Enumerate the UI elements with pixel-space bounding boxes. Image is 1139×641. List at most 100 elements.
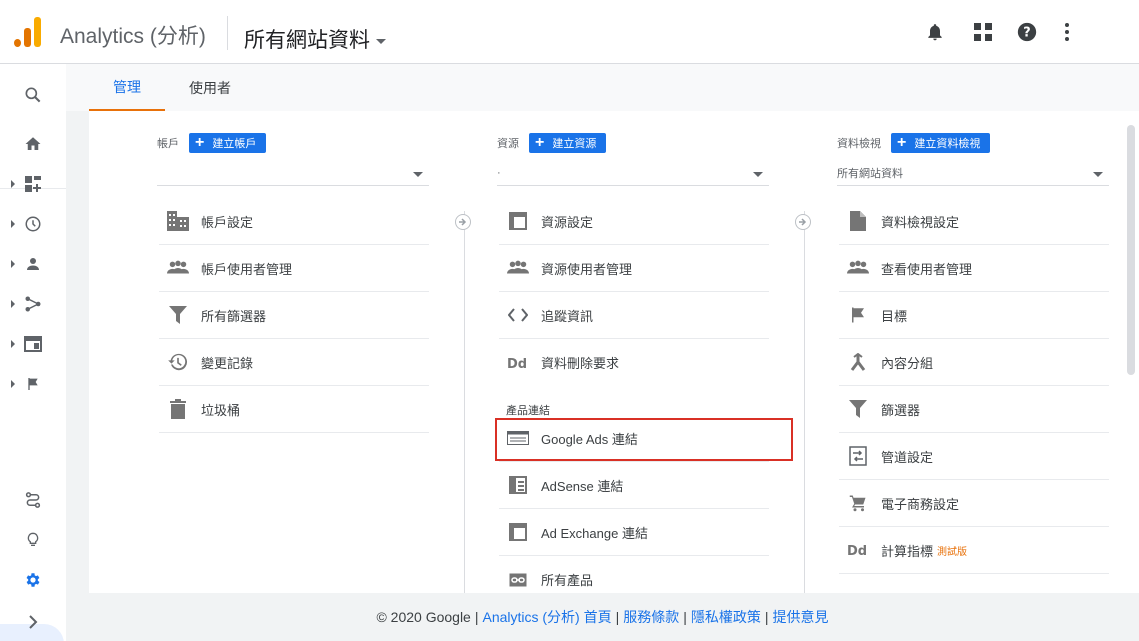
gear-icon[interactable] <box>0 562 66 598</box>
people-icon <box>167 257 189 279</box>
dd-icon: Dd <box>847 539 869 561</box>
channel-settings-row[interactable]: 管道設定 <box>839 433 1109 480</box>
people-icon <box>847 257 869 279</box>
doc-icon <box>847 210 869 232</box>
brand-name: Analytics (分析) <box>60 25 206 48</box>
more-vert-icon[interactable] <box>1055 20 1079 44</box>
customization-icon[interactable] <box>0 166 66 202</box>
tab-admin[interactable]: 管理 <box>89 64 165 111</box>
dropdown-arrow-icon <box>753 172 763 177</box>
dropdown-arrow-icon <box>413 172 423 177</box>
calculated-metrics-row[interactable]: Dd 計算指標 測試版 <box>839 527 1109 574</box>
bell-icon[interactable] <box>923 20 947 44</box>
content-grouping-row[interactable]: 內容分組 <box>839 339 1109 386</box>
svg-text:Dd: Dd <box>847 544 867 557</box>
window-icon <box>507 521 529 543</box>
view-settings-row[interactable]: 資料檢視設定 <box>839 198 1109 245</box>
account-settings-row[interactable]: 帳戶設定 <box>159 198 429 245</box>
caret-down-icon <box>376 38 386 44</box>
people-icon <box>507 257 529 279</box>
account-user-management-row[interactable]: 帳戶使用者管理 <box>159 245 429 292</box>
adsense-icon <box>507 474 529 496</box>
svg-text:Dd: Dd <box>507 357 527 370</box>
column-divider <box>464 211 465 593</box>
footer-separator: | <box>615 609 620 625</box>
search-icon[interactable] <box>0 77 66 113</box>
grouping-icon <box>847 351 869 373</box>
property-title: 資源 <box>497 138 519 150</box>
admin-tabs: 管理 使用者 <box>66 64 1139 111</box>
conversions-flag-icon[interactable] <box>0 366 66 402</box>
arrow-right-icon <box>795 214 811 230</box>
account-header: 帳戶 + 建立帳戶 <box>157 133 267 153</box>
all-filters-row[interactable]: 所有篩選器 <box>159 292 429 339</box>
dd-icon: Dd <box>507 352 529 374</box>
analytics-logo[interactable] <box>14 17 42 47</box>
plus-icon: + <box>195 134 205 151</box>
data-deletion-row[interactable]: Dd 資料刪除要求 <box>499 339 769 386</box>
tracking-info-row[interactable]: 追蹤資訊 <box>499 292 769 339</box>
behavior-icon[interactable] <box>0 326 66 362</box>
footer: © 2020 Google | Analytics (分析) 首頁 | 服務條款… <box>66 593 1139 641</box>
panel-scrollbar[interactable] <box>1127 125 1135 375</box>
window-icon <box>507 210 529 232</box>
footer-separator: | <box>764 609 769 625</box>
code-icon <box>507 304 529 326</box>
terms-link[interactable]: 服務條款 <box>623 607 679 627</box>
property-selector[interactable]: 所有網站資料 <box>244 24 386 54</box>
home-icon[interactable] <box>0 126 66 162</box>
property-name: 所有網站資料 <box>244 29 370 52</box>
history-icon <box>167 351 189 373</box>
change-history-row[interactable]: 變更記錄 <box>159 339 429 386</box>
dropdown-arrow-icon <box>1093 172 1103 177</box>
channel-icon <box>847 445 869 467</box>
footer-separator: | <box>474 609 479 625</box>
lightbulb-icon[interactable] <box>0 522 66 558</box>
footer-separator: | <box>683 609 687 625</box>
trash-row[interactable]: 垃圾桶 <box>159 386 429 433</box>
account-title: 帳戶 <box>157 138 179 150</box>
plus-icon: + <box>897 134 907 151</box>
help-icon[interactable]: ? <box>1015 20 1039 44</box>
beta-badge: 測試版 <box>937 546 968 558</box>
privacy-link[interactable]: 隱私權政策 <box>691 607 761 627</box>
adsense-links-row[interactable]: AdSense 連結 <box>499 462 769 509</box>
ecommerce-settings-row[interactable]: 電子商務設定 <box>839 480 1109 527</box>
create-account-button[interactable]: + 建立帳戶 <box>189 133 267 153</box>
tab-users[interactable]: 使用者 <box>176 64 244 111</box>
goals-row[interactable]: 目標 <box>839 292 1109 339</box>
view-header: 資料檢視 + 建立資料檢視 <box>837 133 991 153</box>
property-user-management-row[interactable]: 資源使用者管理 <box>499 245 769 292</box>
cart-icon <box>847 492 869 514</box>
arrow-right-icon <box>455 214 471 230</box>
view-user-management-row[interactable]: 查看使用者管理 <box>839 245 1109 292</box>
ad-exchange-links-row[interactable]: Ad Exchange 連結 <box>499 509 769 556</box>
filters-row[interactable]: 篩選器 <box>839 386 1109 433</box>
acquisition-icon[interactable] <box>0 286 66 322</box>
analytics-home-link[interactable]: Analytics (分析) 首頁 <box>482 607 611 627</box>
account-selector[interactable] <box>157 161 429 186</box>
plus-icon: + <box>535 134 545 151</box>
left-nav-rail <box>0 64 66 641</box>
property-dropdown[interactable]: · <box>497 161 769 186</box>
create-property-button[interactable]: + 建立資源 <box>529 133 607 153</box>
attribution-icon[interactable] <box>0 482 66 518</box>
feedback-link[interactable]: 提供意見 <box>773 607 829 627</box>
create-view-button[interactable]: + 建立資料檢視 <box>891 133 991 153</box>
view-dropdown[interactable]: 所有網站資料 <box>837 161 1109 186</box>
person-icon[interactable] <box>0 246 66 282</box>
property-header: 資源 + 建立資源 <box>497 133 607 153</box>
filter-icon <box>167 304 189 326</box>
flag-icon <box>847 304 869 326</box>
apps-grid-icon[interactable] <box>971 20 995 44</box>
clock-icon[interactable] <box>0 206 66 242</box>
view-title: 資料檢視 <box>837 138 881 150</box>
google-ads-link-highlight <box>495 418 793 461</box>
chevron-right-icon[interactable] <box>0 604 66 640</box>
top-header: Analytics (分析) 所有網站資料 ? <box>0 0 1139 64</box>
link-icon <box>507 569 529 591</box>
all-products-row[interactable]: 所有產品 <box>499 556 769 593</box>
trash-icon <box>167 398 189 420</box>
property-settings-row[interactable]: 資源設定 <box>499 198 769 245</box>
svg-text:?: ? <box>1023 26 1030 41</box>
